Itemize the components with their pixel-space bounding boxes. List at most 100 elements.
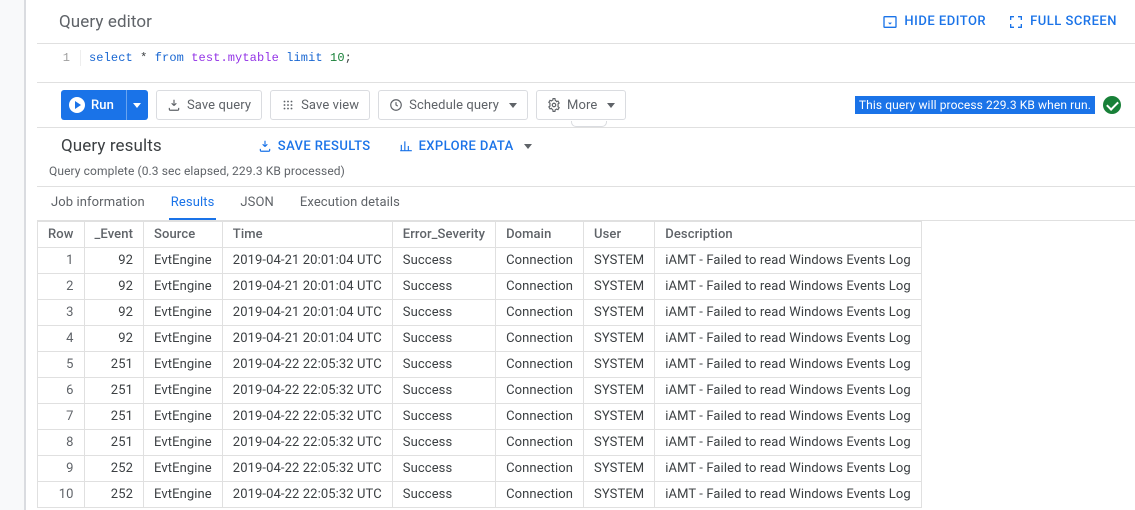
table-cell: 2 xyxy=(38,274,85,300)
table-cell: SYSTEM xyxy=(584,378,655,404)
table-row[interactable]: 292EvtEngine2019-04-21 20:01:04 UTCSucce… xyxy=(38,274,922,300)
table-row[interactable]: 7251EvtEngine2019-04-22 22:05:32 UTCSucc… xyxy=(38,404,922,430)
chart-icon xyxy=(399,139,413,153)
column-header[interactable]: Error_Severity xyxy=(392,222,495,248)
column-header[interactable]: Domain xyxy=(496,222,584,248)
table-cell: SYSTEM xyxy=(584,482,655,508)
table-cell: 252 xyxy=(84,456,144,482)
column-header[interactable]: Row xyxy=(38,222,85,248)
code-editor[interactable]: 1 select * from test.mytable limit 10; xyxy=(37,44,1135,82)
splitter[interactable] xyxy=(24,0,26,510)
run-options-dropdown[interactable] xyxy=(126,90,148,120)
table-cell: Success xyxy=(392,300,495,326)
table-cell: 2019-04-22 22:05:32 UTC xyxy=(222,482,392,508)
save-query-button[interactable]: Save query xyxy=(156,90,262,120)
table-cell: SYSTEM xyxy=(584,300,655,326)
table-row[interactable]: 6251EvtEngine2019-04-22 22:05:32 UTCSucc… xyxy=(38,378,922,404)
table-cell: 2019-04-21 20:01:04 UTC xyxy=(222,274,392,300)
table-cell: 8 xyxy=(38,430,85,456)
line-number: 1 xyxy=(37,50,81,66)
schedule-query-button[interactable]: Schedule query xyxy=(378,90,528,120)
table-cell: Success xyxy=(392,326,495,352)
table-cell: 92 xyxy=(84,300,144,326)
table-row[interactable]: 8251EvtEngine2019-04-22 22:05:32 UTCSucc… xyxy=(38,430,922,456)
pane-resize-handle[interactable] xyxy=(571,121,607,127)
table-cell: iAMT - Failed to read Windows Events Log xyxy=(655,326,921,352)
table-cell: Success xyxy=(392,482,495,508)
table-row[interactable]: 392EvtEngine2019-04-21 20:01:04 UTCSucce… xyxy=(38,300,922,326)
code-text: select * from test.mytable limit 10; xyxy=(81,50,352,66)
save-results-button[interactable]: SAVE RESULTS xyxy=(258,139,371,154)
column-header[interactable]: _Event xyxy=(84,222,144,248)
schedule-label: Schedule query xyxy=(409,98,499,113)
table-cell: SYSTEM xyxy=(584,352,655,378)
column-header[interactable]: Time xyxy=(222,222,392,248)
table-cell: EvtEngine xyxy=(144,326,223,352)
table-cell: iAMT - Failed to read Windows Events Log xyxy=(655,378,921,404)
table-cell: EvtEngine xyxy=(144,378,223,404)
table-row[interactable]: 192EvtEngine2019-04-21 20:01:04 UTCSucce… xyxy=(38,248,922,274)
table-cell: Connection xyxy=(496,300,584,326)
table-cell: 2019-04-21 20:01:04 UTC xyxy=(222,248,392,274)
table-cell: Connection xyxy=(496,404,584,430)
table-cell: EvtEngine xyxy=(144,274,223,300)
table-cell: 6 xyxy=(38,378,85,404)
column-header[interactable]: Description xyxy=(655,222,921,248)
table-row[interactable]: 10252EvtEngine2019-04-22 22:05:32 UTCSuc… xyxy=(38,482,922,508)
table-cell: Success xyxy=(392,248,495,274)
table-cell: Success xyxy=(392,274,495,300)
table-cell: 4 xyxy=(38,326,85,352)
save-view-button[interactable]: Save view xyxy=(270,90,370,120)
table-cell: SYSTEM xyxy=(584,456,655,482)
tab-json[interactable]: JSON xyxy=(238,187,276,220)
table-cell: 251 xyxy=(84,378,144,404)
save-query-label: Save query xyxy=(187,98,251,113)
run-label: Run xyxy=(91,98,114,113)
table-cell: 2019-04-22 22:05:32 UTC xyxy=(222,456,392,482)
table-cell: Success xyxy=(392,404,495,430)
table-cell: 1 xyxy=(38,248,85,274)
table-cell: EvtEngine xyxy=(144,248,223,274)
table-cell: EvtEngine xyxy=(144,404,223,430)
table-cell: iAMT - Failed to read Windows Events Log xyxy=(655,482,921,508)
table-cell: 5 xyxy=(38,352,85,378)
tab-job-information[interactable]: Job information xyxy=(49,187,147,220)
fullscreen-icon xyxy=(1008,14,1024,30)
explore-data-button[interactable]: EXPLORE DATA xyxy=(399,139,532,154)
query-status: Query complete (0.3 sec elapsed, 229.3 K… xyxy=(37,160,1135,187)
more-button[interactable]: More xyxy=(536,90,626,120)
table-cell: Connection xyxy=(496,326,584,352)
table-cell: 92 xyxy=(84,248,144,274)
table-cell: iAMT - Failed to read Windows Events Log xyxy=(655,248,921,274)
full-screen-button[interactable]: FULL SCREEN xyxy=(1008,14,1117,30)
table-cell: SYSTEM xyxy=(584,248,655,274)
table-cell: Connection xyxy=(496,352,584,378)
table-cell: 9 xyxy=(38,456,85,482)
results-table: Row_EventSourceTimeError_SeverityDomainU… xyxy=(37,221,922,508)
table-row[interactable]: 5251EvtEngine2019-04-22 22:05:32 UTCSucc… xyxy=(38,352,922,378)
validation-message: This query will process 229.3 KB when ru… xyxy=(855,96,1095,114)
table-cell: 2019-04-22 22:05:32 UTC xyxy=(222,378,392,404)
table-cell: 92 xyxy=(84,274,144,300)
table-row[interactable]: 492EvtEngine2019-04-21 20:01:04 UTCSucce… xyxy=(38,326,922,352)
download-icon xyxy=(167,98,181,112)
table-cell: iAMT - Failed to read Windows Events Log xyxy=(655,274,921,300)
tab-execution-details[interactable]: Execution details xyxy=(298,187,402,220)
run-button[interactable]: Run xyxy=(61,90,126,120)
table-cell: 2019-04-22 22:05:32 UTC xyxy=(222,352,392,378)
table-cell: EvtEngine xyxy=(144,430,223,456)
table-cell: EvtEngine xyxy=(144,456,223,482)
table-row[interactable]: 9252EvtEngine2019-04-22 22:05:32 UTCSucc… xyxy=(38,456,922,482)
query-editor-title: Query editor xyxy=(59,12,860,32)
table-cell: 252 xyxy=(84,482,144,508)
column-header[interactable]: User xyxy=(584,222,655,248)
check-circle-icon xyxy=(1103,96,1121,114)
table-cell: Connection xyxy=(496,274,584,300)
table-cell: SYSTEM xyxy=(584,326,655,352)
grid-icon xyxy=(281,98,295,112)
hide-editor-button[interactable]: HIDE EDITOR xyxy=(882,14,986,30)
table-cell: 2019-04-21 20:01:04 UTC xyxy=(222,326,392,352)
tab-results[interactable]: Results xyxy=(169,187,217,220)
table-cell: 2019-04-21 20:01:04 UTC xyxy=(222,300,392,326)
column-header[interactable]: Source xyxy=(144,222,223,248)
